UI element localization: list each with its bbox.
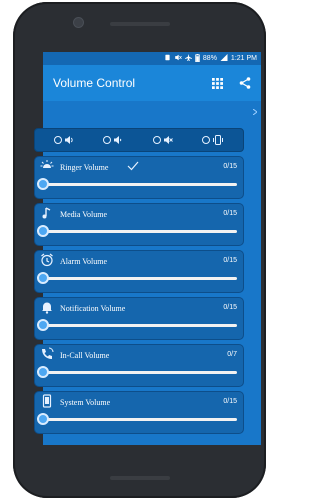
ringer-volume-slider[interactable] xyxy=(37,178,49,190)
earpiece-speaker xyxy=(110,22,170,26)
in-call-volume-slider[interactable] xyxy=(37,366,49,378)
alarm-volume-value: 0/15 xyxy=(223,257,237,264)
system-volume-slider[interactable] xyxy=(37,413,49,425)
airplane-icon xyxy=(184,54,192,63)
ringer-volume-label: Ringer Volume xyxy=(60,163,109,172)
signal-icon xyxy=(220,54,228,63)
in-call-volume-track[interactable] xyxy=(43,371,237,374)
system-volume-track[interactable] xyxy=(43,418,237,421)
status-bar: 88% 1:21 PM xyxy=(43,52,261,65)
ringer-volume-track[interactable] xyxy=(43,183,237,186)
in-call-volume-value: 0/7 xyxy=(227,351,237,358)
scroll-indicator xyxy=(252,102,258,116)
phone-system-icon xyxy=(40,394,54,408)
vibrate-off-mode-icon xyxy=(114,136,122,144)
mode-vibrate-radio[interactable] xyxy=(202,136,211,144)
alarm-volume-label: Alarm Volume xyxy=(60,257,108,266)
mode-vibrate[interactable] xyxy=(202,135,224,145)
system-volume-card: System Volume 0/15 xyxy=(34,391,244,434)
ring-mode-icon xyxy=(64,136,73,144)
ringer-icon xyxy=(40,159,54,173)
music-note-icon xyxy=(40,206,54,220)
alarm-volume-card: Alarm Volume 0/15 xyxy=(34,250,244,293)
volume-panel: Ringer Volume 0/15 Media Volume 0/15 Ala… xyxy=(34,128,244,434)
phone-call-icon xyxy=(40,347,54,361)
vibrate-mode-icon xyxy=(213,135,224,145)
ringer-volume-card: Ringer Volume 0/15 xyxy=(34,156,244,199)
sim-icon xyxy=(164,54,171,63)
mode-vibrate-off-radio[interactable] xyxy=(103,136,112,144)
alarm-volume-track[interactable] xyxy=(43,277,237,280)
notification-volume-track[interactable] xyxy=(43,324,237,327)
share-icon[interactable] xyxy=(237,75,253,91)
system-volume-value: 0/15 xyxy=(223,398,237,405)
page-title: Volume Control xyxy=(53,76,136,90)
bottom-speaker xyxy=(110,476,170,480)
media-volume-track[interactable] xyxy=(43,230,237,233)
check-icon xyxy=(127,159,139,171)
ringer-volume-value: 0/15 xyxy=(223,163,237,170)
battery-icon xyxy=(195,53,200,64)
app-bar: Volume Control xyxy=(43,65,261,101)
notification-volume-slider[interactable] xyxy=(37,319,49,331)
alarm-volume-slider[interactable] xyxy=(37,272,49,284)
mode-silent[interactable] xyxy=(152,135,173,145)
media-volume-card: Media Volume 0/15 xyxy=(34,203,244,246)
media-volume-label: Media Volume xyxy=(60,210,108,219)
mode-ring[interactable] xyxy=(53,135,74,145)
notification-volume-card: Notification Volume 0/15 xyxy=(34,297,244,340)
in-call-volume-label: In-Call Volume xyxy=(60,351,110,360)
silent-mode-icon xyxy=(163,136,173,144)
ringer-mode-bar xyxy=(34,128,244,152)
mute-icon xyxy=(174,54,182,63)
mode-ring-radio[interactable] xyxy=(53,136,62,144)
mode-vibrate-off[interactable] xyxy=(103,135,123,145)
bell-icon xyxy=(40,300,54,314)
mode-silent-radio[interactable] xyxy=(152,136,161,144)
in-call-volume-card: In-Call Volume 0/7 xyxy=(34,344,244,387)
system-volume-label: System Volume xyxy=(60,398,111,407)
clock: 1:21 PM xyxy=(230,55,257,62)
media-volume-slider[interactable] xyxy=(37,225,49,237)
notification-volume-label: Notification Volume xyxy=(60,304,126,313)
notification-volume-value: 0/15 xyxy=(223,304,237,311)
alarm-clock-icon xyxy=(40,253,54,267)
grid-apps-icon[interactable] xyxy=(209,75,225,91)
front-camera xyxy=(73,17,84,28)
media-volume-value: 0/15 xyxy=(223,210,237,217)
battery-percent: 88% xyxy=(202,55,217,62)
